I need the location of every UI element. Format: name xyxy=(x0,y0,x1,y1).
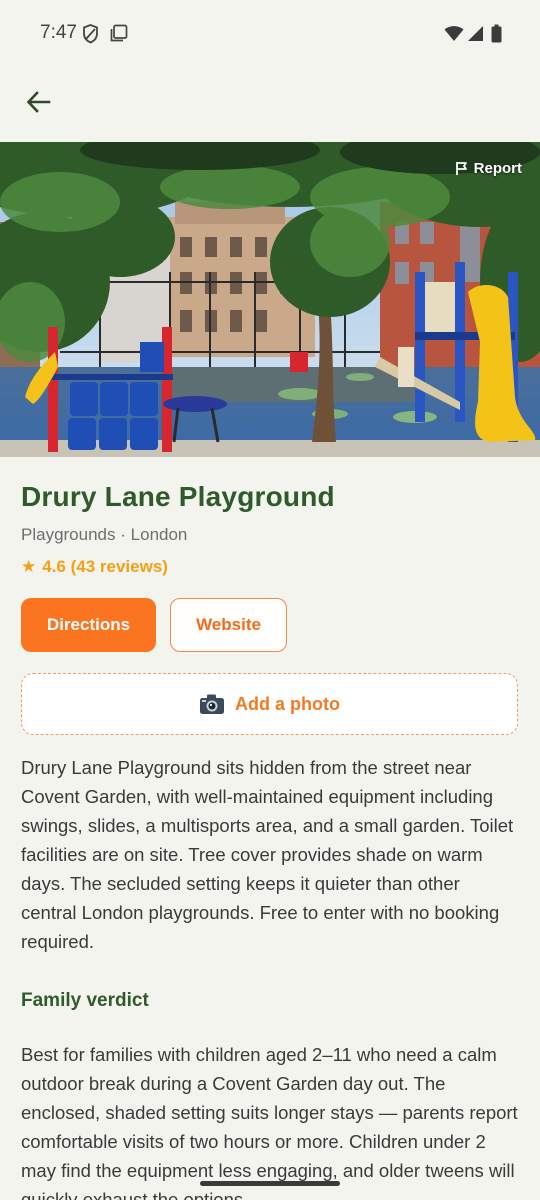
directions-label: Directions xyxy=(46,615,131,634)
camera-icon xyxy=(199,693,225,715)
place-content: Drury Lane Playground Playgrounds · Lond… xyxy=(21,457,519,1200)
place-category: Playgrounds xyxy=(21,525,116,544)
wifi-icon xyxy=(444,25,464,47)
add-photo-label: Add a photo xyxy=(235,693,340,714)
star-icon: ★ xyxy=(21,557,37,576)
home-indicator[interactable] xyxy=(200,1181,340,1186)
place-detail-screen: 7:47 Report Drury Lane Playground Playgr… xyxy=(0,0,540,1200)
status-time: 7:47 xyxy=(40,22,77,43)
family-verdict-heading: Family verdict xyxy=(21,990,149,1011)
family-verdict-text: Best for families with children aged 2–1… xyxy=(21,1044,518,1200)
place-title: Drury Lane Playground xyxy=(21,481,335,512)
report-label: Report xyxy=(473,160,522,177)
action-buttons: Directions Website xyxy=(21,598,519,652)
rating-text: 4.6 (43 reviews) xyxy=(42,557,168,576)
shield-icon xyxy=(82,24,99,49)
add-photo-button[interactable]: Add a photo xyxy=(21,673,518,735)
back-button[interactable] xyxy=(16,82,60,126)
hero-photo: Report xyxy=(0,142,540,457)
app-bar xyxy=(0,68,540,142)
website-button[interactable]: Website xyxy=(170,598,287,652)
status-bar: 7:47 xyxy=(0,0,540,68)
screenshot-icon xyxy=(110,24,128,47)
report-button[interactable]: Report xyxy=(455,160,522,177)
place-meta: Playgrounds · London xyxy=(21,525,519,545)
directions-button[interactable]: Directions xyxy=(21,598,156,652)
cellular-signal-icon xyxy=(466,25,484,47)
place-description: Drury Lane Playground sits hidden from t… xyxy=(21,757,514,952)
flag-icon xyxy=(455,161,469,176)
battery-icon xyxy=(491,24,502,48)
arrow-left-icon xyxy=(25,89,51,120)
playground-photo xyxy=(0,142,540,457)
place-city: London xyxy=(130,525,188,544)
website-label: Website xyxy=(196,615,261,634)
place-rating: ★ 4.6 (43 reviews) xyxy=(21,557,519,577)
meta-separator: · xyxy=(120,525,126,544)
